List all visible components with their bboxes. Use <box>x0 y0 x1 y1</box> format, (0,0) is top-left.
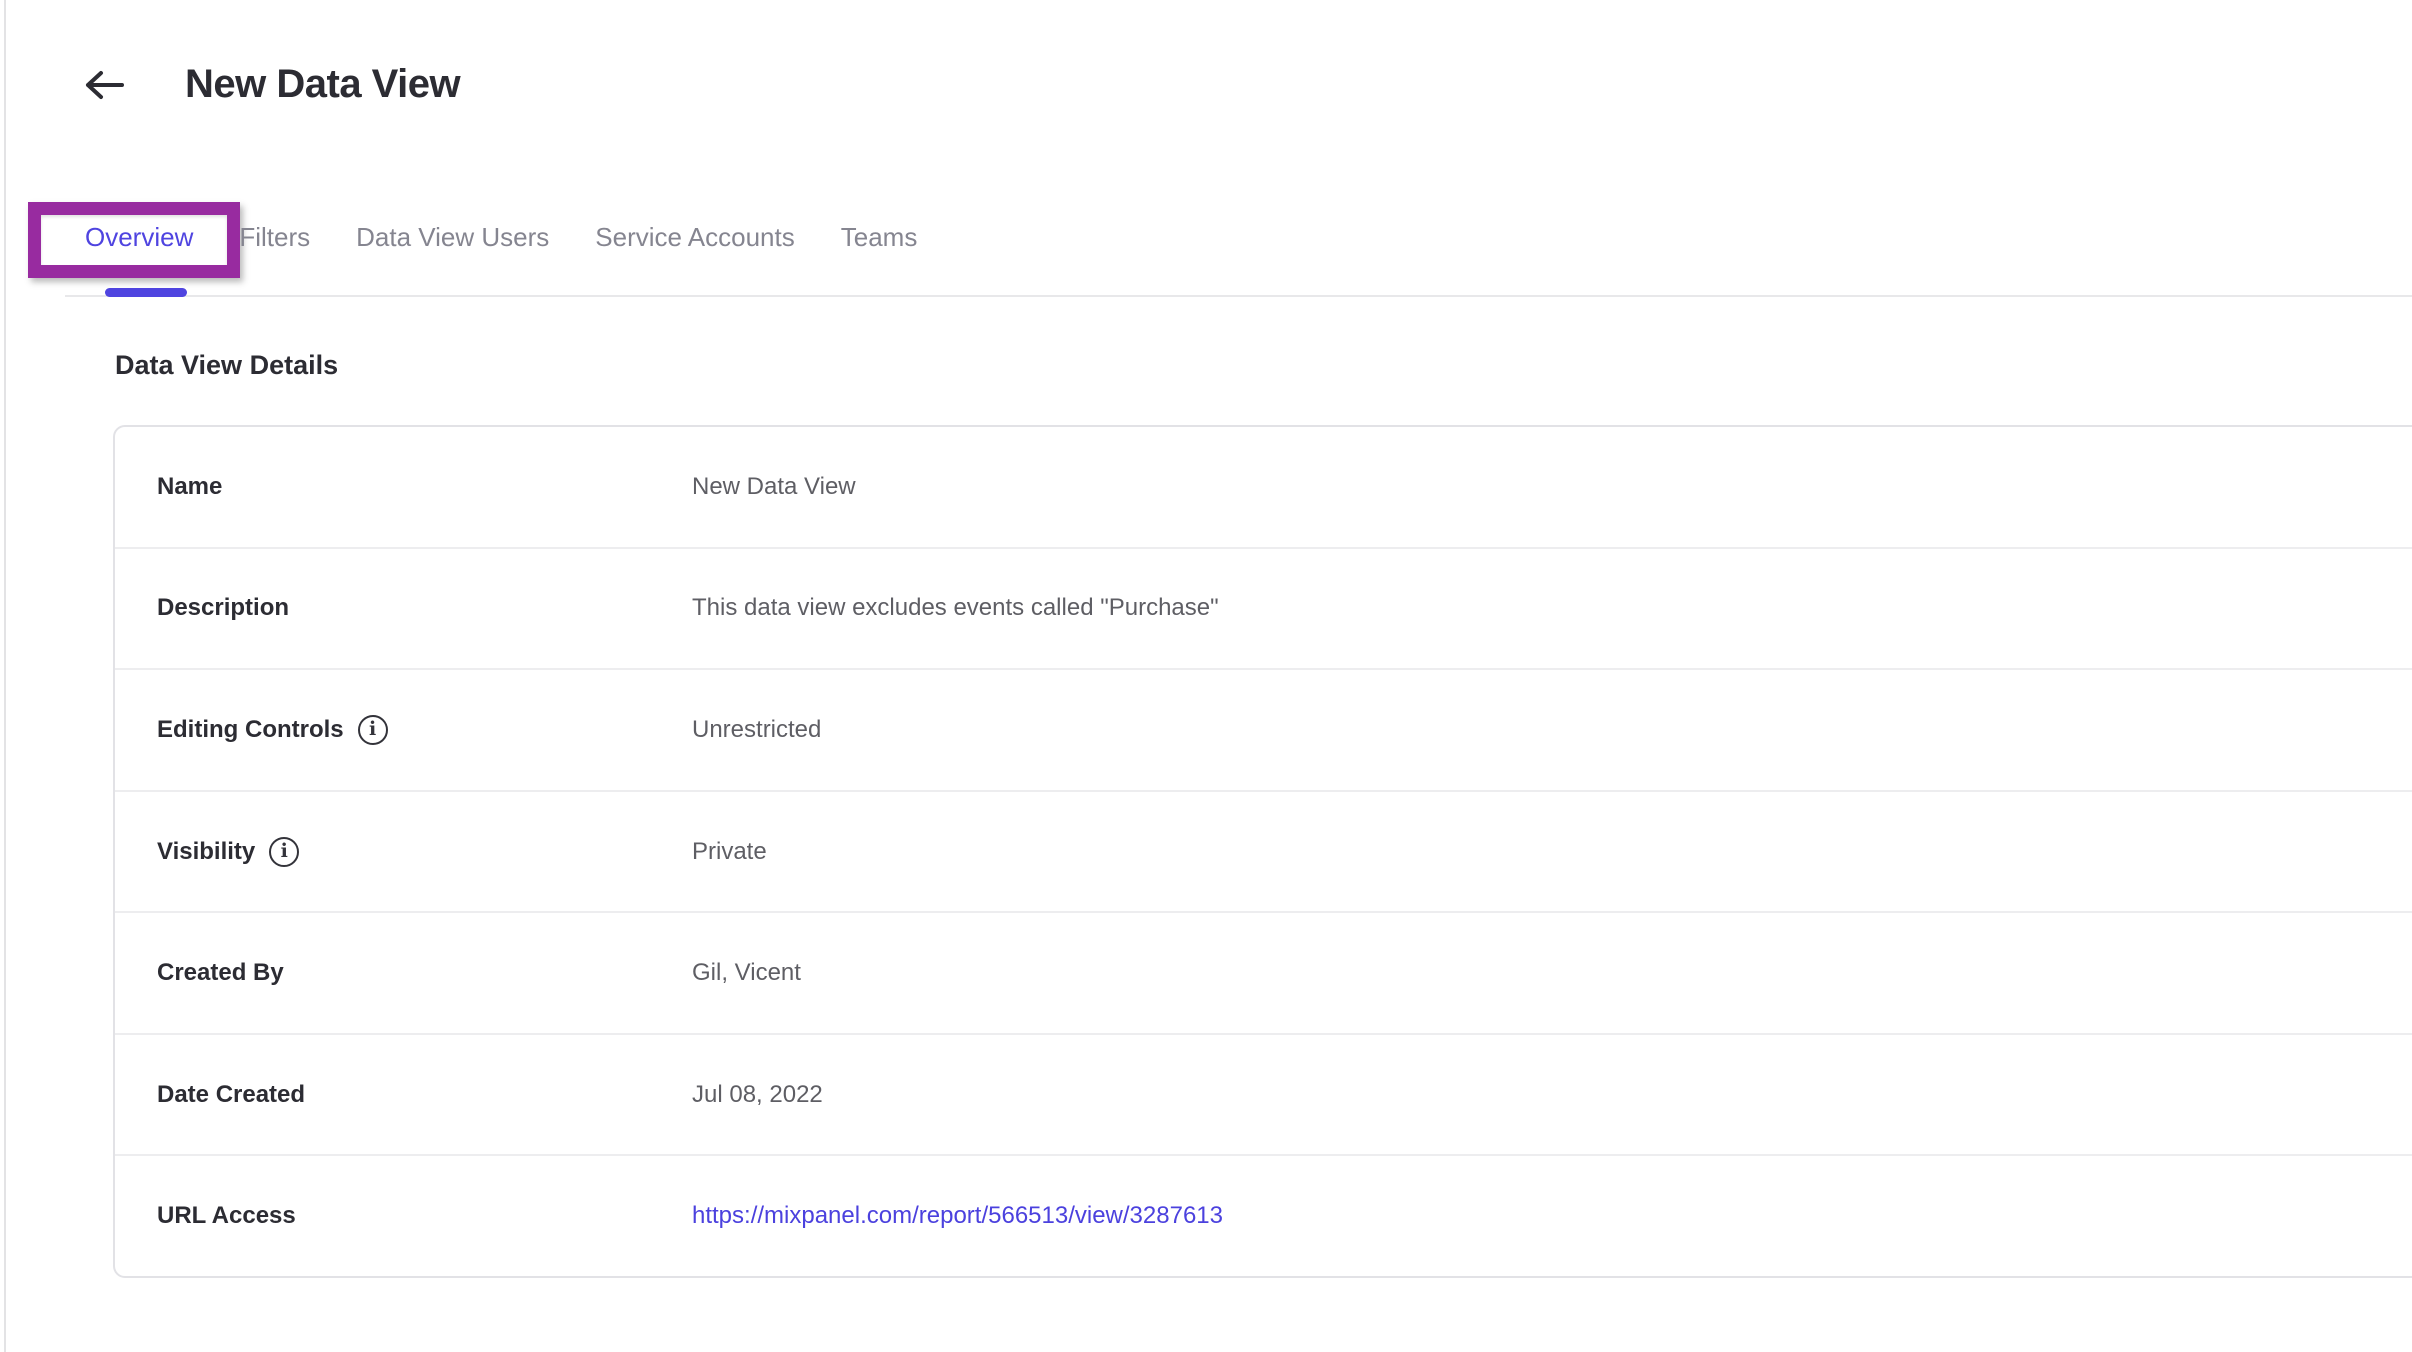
table-row-date-created: Date Created Jul 08, 2022 <box>115 1033 2412 1155</box>
info-icon[interactable]: i <box>358 715 388 745</box>
row-label: Description <box>157 594 289 622</box>
row-label: Editing Controls i <box>157 715 388 745</box>
info-icon[interactable]: i <box>269 837 299 867</box>
row-label: Created By <box>157 959 284 987</box>
table-row-url-access: URL Access https://mixpanel.com/report/5… <box>115 1154 2412 1276</box>
page-header: New Data View <box>83 62 460 107</box>
row-value: Jul 08, 2022 <box>692 1081 823 1109</box>
row-label: Name <box>157 473 222 501</box>
table-row-created-by: Created By Gil, Vicent <box>115 911 2412 1033</box>
row-label: Visibility i <box>157 837 299 867</box>
table-row-description: Description This data view excludes even… <box>115 547 2412 669</box>
page-title: New Data View <box>185 62 460 107</box>
back-button[interactable] <box>83 63 127 107</box>
row-value: Gil, Vicent <box>692 959 801 987</box>
tab-overview[interactable]: Overview <box>85 222 193 253</box>
tabbar-divider <box>65 295 2412 297</box>
arrow-left-icon <box>85 70 125 100</box>
row-value: New Data View <box>692 473 856 501</box>
tabbar: Overview Filters Data View Users Service… <box>85 222 917 253</box>
sidebar-edge-divider <box>4 0 6 1352</box>
row-label-text: Editing Controls <box>157 716 344 744</box>
active-tab-indicator <box>105 288 187 297</box>
table-row-editing-controls: Editing Controls i Unrestricted <box>115 668 2412 790</box>
tab-teams[interactable]: Teams <box>841 222 918 253</box>
row-label: Date Created <box>157 1081 305 1109</box>
row-value: Private <box>692 838 767 866</box>
row-value: This data view excludes events called "P… <box>692 594 1219 622</box>
section-heading: Data View Details <box>115 350 338 381</box>
row-label: URL Access <box>157 1202 296 1230</box>
tab-service-accounts[interactable]: Service Accounts <box>595 222 794 253</box>
table-row-visibility: Visibility i Private <box>115 790 2412 912</box>
data-view-details-card: Name New Data View Description This data… <box>113 425 2412 1278</box>
tab-data-view-users[interactable]: Data View Users <box>356 222 549 253</box>
data-view-url-link[interactable]: https://mixpanel.com/report/566513/view/… <box>692 1202 1223 1230</box>
table-row-name: Name New Data View <box>115 427 2412 547</box>
row-label-text: Visibility <box>157 838 255 866</box>
row-value: Unrestricted <box>692 716 821 744</box>
tab-filters[interactable]: Filters <box>239 222 310 253</box>
